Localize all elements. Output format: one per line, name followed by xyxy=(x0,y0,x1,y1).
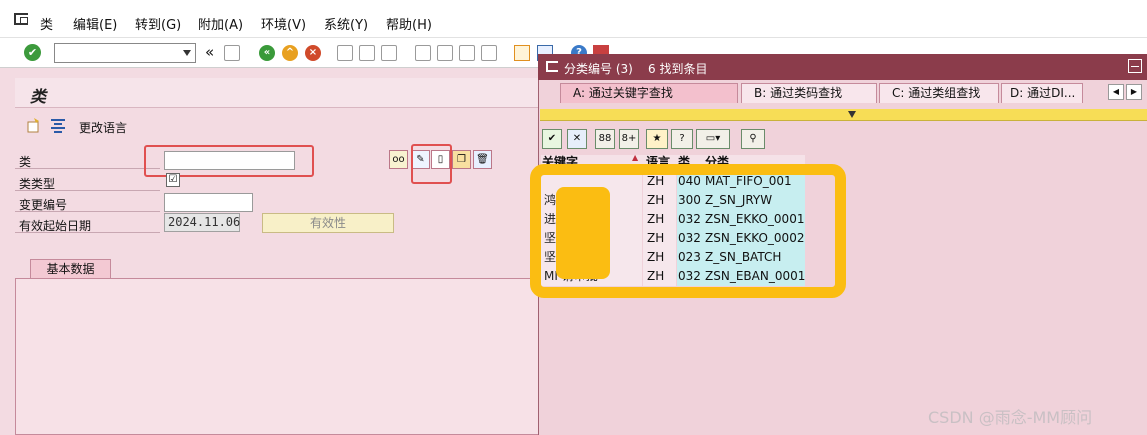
menu-class[interactable]: 类 xyxy=(40,14,53,33)
search-criteria-toggle[interactable] xyxy=(540,109,1147,121)
chevron-down-icon[interactable] xyxy=(183,50,191,56)
find-next-binoculars-icon[interactable]: 8+ xyxy=(619,129,639,149)
menu-environment[interactable]: 环境(V) xyxy=(261,14,306,33)
highlight-box-create xyxy=(411,144,452,184)
exit-icon[interactable]: ^ xyxy=(282,45,298,61)
title-bar xyxy=(15,78,540,108)
page-title: 类 xyxy=(30,87,47,106)
highlight-box-results xyxy=(530,164,846,298)
find-binoculars-icon[interactable]: 88 xyxy=(595,129,615,149)
popup-title-bar: 分类编号 (3) 6 找到条目 xyxy=(538,54,1147,80)
enter-check-icon[interactable]: ✔ xyxy=(24,44,41,61)
tab-scroll-right-icon[interactable]: ▶ xyxy=(1126,84,1142,100)
minimize-icon[interactable] xyxy=(1128,59,1142,73)
add-favorite-icon[interactable]: ★ xyxy=(646,129,668,149)
language-icon[interactable] xyxy=(50,117,66,133)
print-dropdown-icon[interactable]: ▭▾ xyxy=(696,129,730,149)
collapse-icon[interactable]: « xyxy=(205,43,214,61)
next-page-icon[interactable] xyxy=(459,45,475,61)
tab-search-di[interactable]: D: 通过DI... xyxy=(1001,83,1083,103)
tab-search-class-group[interactable]: C: 通过类组查找 xyxy=(879,83,999,103)
menu-edit[interactable]: 编辑(E) xyxy=(73,14,117,33)
divider xyxy=(15,232,160,233)
change-number-input[interactable] xyxy=(164,193,253,212)
confirm-check-icon[interactable]: ✔ xyxy=(542,129,562,149)
save-icon[interactable] xyxy=(224,45,240,61)
create-icon[interactable] xyxy=(26,117,42,133)
cancel-x-icon[interactable]: ✕ xyxy=(567,129,587,149)
tab-basic-data[interactable]: 基本数据 xyxy=(30,259,111,279)
collapse-arrow-icon[interactable] xyxy=(848,111,856,118)
sort-ascending-icon: ▲ xyxy=(632,153,639,162)
cancel-icon[interactable]: × xyxy=(305,45,321,61)
popup-title: 分类编号 (3) xyxy=(564,62,633,76)
menu-help[interactable]: 帮助(H) xyxy=(386,14,432,33)
tab-search-class-code[interactable]: B: 通过类码查找 xyxy=(741,83,877,103)
find-icon[interactable] xyxy=(359,45,375,61)
divider xyxy=(15,190,160,191)
print-icon[interactable] xyxy=(337,45,353,61)
validity-button[interactable]: 有效性 xyxy=(262,213,394,233)
menu-goto[interactable]: 转到(G) xyxy=(135,14,181,33)
delete-trash-icon[interactable]: 🗑 xyxy=(473,150,492,169)
find-next-icon[interactable] xyxy=(381,45,397,61)
command-field[interactable] xyxy=(54,43,196,63)
tab-scroll-left-icon[interactable]: ◀ xyxy=(1108,84,1124,100)
basic-data-panel xyxy=(15,278,540,435)
settings-icon[interactable]: ⚲ xyxy=(741,129,765,149)
divider xyxy=(15,168,160,169)
sap-menu-icon[interactable] xyxy=(14,13,28,25)
previous-page-icon[interactable] xyxy=(437,45,453,61)
menu-bar: 类 编辑(E) 转到(G) 附加(A) 环境(V) 系统(Y) 帮助(H) xyxy=(0,0,1147,38)
window-menu-icon[interactable] xyxy=(546,61,558,72)
menu-extras[interactable]: 附加(A) xyxy=(198,14,243,33)
class-type-checkbox[interactable]: ☑ xyxy=(166,173,180,187)
last-page-icon[interactable] xyxy=(481,45,497,61)
menu-system[interactable]: 系统(Y) xyxy=(324,14,368,33)
change-language-button[interactable]: 更改语言 xyxy=(79,119,127,136)
popup-entry-count: 6 找到条目 xyxy=(648,62,708,76)
back-icon[interactable]: « xyxy=(259,45,275,61)
new-session-icon[interactable] xyxy=(514,45,530,61)
first-page-icon[interactable] xyxy=(415,45,431,61)
watermark: CSDN @雨念-MM顾问 xyxy=(928,408,1093,427)
valid-from-field: 2024.11.06 xyxy=(164,213,240,232)
info-search-icon[interactable]: ? xyxy=(671,129,693,149)
divider xyxy=(15,211,160,212)
copy-icon[interactable]: ❐ xyxy=(452,150,471,169)
tab-search-keyword[interactable]: A: 通过关键字查找 xyxy=(560,83,738,103)
display-glasses-icon[interactable]: oo xyxy=(389,150,408,169)
